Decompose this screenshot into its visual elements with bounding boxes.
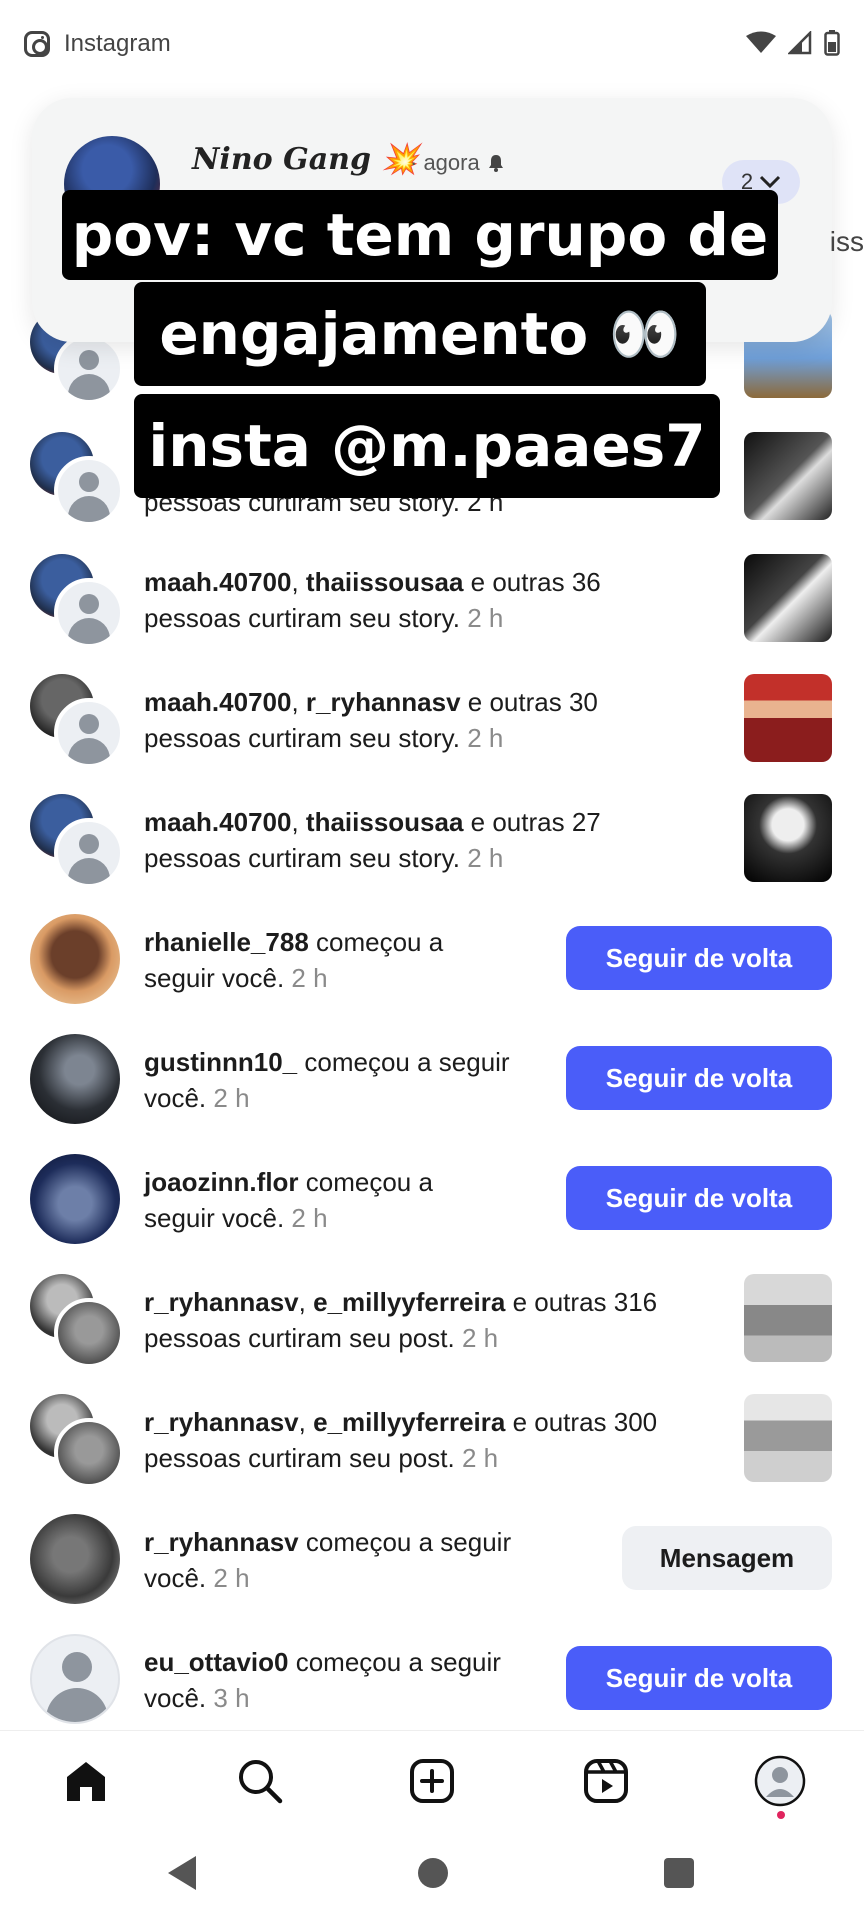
battery-icon xyxy=(824,30,840,61)
avatar xyxy=(54,1418,124,1488)
story-thumbnail[interactable] xyxy=(744,432,832,520)
create-icon[interactable] xyxy=(404,1753,460,1809)
search-icon[interactable] xyxy=(232,1753,288,1809)
status-bar: Instagram xyxy=(0,0,864,96)
list-item[interactable]: maah.40700, thaiissousaa e outras 27 pes… xyxy=(0,794,864,914)
list-item[interactable]: gustinnn10_ começou a seguir você. 2 h S… xyxy=(0,1034,864,1154)
caption-line-1: pov: vc tem grupo de xyxy=(62,190,778,280)
avatar[interactable] xyxy=(30,1154,120,1244)
signal-icon xyxy=(786,29,812,60)
message-button[interactable]: Mensagem xyxy=(622,1526,832,1590)
avatar xyxy=(54,1298,124,1368)
story-thumbnail[interactable] xyxy=(744,554,832,642)
wifi-icon xyxy=(746,31,776,60)
story-thumbnail[interactable] xyxy=(744,674,832,762)
offscreen-text-peek: iss xyxy=(829,226,864,257)
avatar-stack xyxy=(30,794,124,888)
caption-line-3: insta @m.paaes7 xyxy=(134,394,720,498)
notification-text: maah.40700, r_ryhannasv e outras 30 pess… xyxy=(144,687,598,753)
list-item[interactable]: joaozinn.flor começou a seguir você. 2 h… xyxy=(0,1154,864,1274)
list-item[interactable]: maah.40700, thaiissousaa e outras 36 pes… xyxy=(0,554,864,674)
default-avatar-icon xyxy=(54,334,124,404)
home-circle-icon[interactable] xyxy=(418,1858,448,1888)
list-item[interactable]: r_ryhannasv começou a seguir você. 2 h M… xyxy=(0,1514,864,1634)
default-avatar-icon xyxy=(54,456,124,526)
bottom-nav xyxy=(0,1730,864,1830)
list-item[interactable]: r_ryhannasv, e_millyyferreira e outras 3… xyxy=(0,1274,864,1394)
status-app-label: Instagram xyxy=(64,30,171,57)
notification-dot xyxy=(777,1811,785,1819)
default-avatar-icon xyxy=(54,578,124,648)
list-item[interactable]: rhanielle_788 começou a seguir você. 2 h… xyxy=(0,914,864,1034)
follow-back-button[interactable]: Seguir de volta xyxy=(566,926,832,990)
avatar[interactable] xyxy=(30,1034,120,1124)
notification-text: r_ryhannasv, e_millyyferreira e outras 3… xyxy=(144,1407,658,1473)
post-thumbnail[interactable] xyxy=(744,1274,832,1362)
notification-text: maah.40700, thaiissousaa e outras 27 pes… xyxy=(144,807,601,873)
status-app-indicator: Instagram xyxy=(24,30,171,58)
recents-icon[interactable] xyxy=(664,1858,694,1888)
back-icon[interactable] xyxy=(168,1856,196,1890)
post-thumbnail[interactable] xyxy=(744,1394,832,1482)
popup-title: Nino Gang 💥 xyxy=(192,142,419,177)
default-avatar-icon xyxy=(54,698,124,768)
avatar-stack xyxy=(30,674,124,768)
avatar[interactable] xyxy=(30,1514,120,1604)
follow-back-button[interactable]: Seguir de volta xyxy=(566,1046,832,1110)
home-icon[interactable] xyxy=(58,1753,114,1809)
avatar[interactable] xyxy=(30,914,120,1004)
follow-back-button[interactable]: Seguir de volta xyxy=(566,1166,832,1230)
popup-meta: · agora xyxy=(410,150,506,176)
notification-text: r_ryhannasv, e_millyyferreira e outras 3… xyxy=(144,1287,658,1353)
list-item[interactable]: maah.40700, r_ryhannasv e outras 30 pess… xyxy=(0,674,864,794)
system-nav-bar xyxy=(0,1830,864,1920)
default-avatar-icon[interactable] xyxy=(30,1634,120,1724)
notification-text: r_ryhannasv começou a seguir você. 2 h xyxy=(144,1527,512,1593)
caption-line-2: engajamento 👀 xyxy=(134,282,706,386)
reels-icon[interactable] xyxy=(578,1753,634,1809)
instagram-icon xyxy=(24,31,50,57)
avatar-stack xyxy=(30,554,124,648)
bell-icon xyxy=(486,150,506,175)
list-item[interactable]: r_ryhannasv, e_millyyferreira e outras 3… xyxy=(0,1394,864,1514)
avatar-stack xyxy=(30,432,124,526)
story-thumbnail[interactable] xyxy=(744,794,832,882)
status-icons xyxy=(746,29,840,61)
default-avatar-icon xyxy=(54,818,124,888)
avatar-stack xyxy=(30,1394,124,1488)
follow-back-button[interactable]: Seguir de volta xyxy=(566,1646,832,1710)
profile-icon[interactable] xyxy=(752,1753,808,1809)
notification-text: maah.40700, thaiissousaa e outras 36 pes… xyxy=(144,567,601,633)
avatar-stack xyxy=(30,1274,124,1368)
